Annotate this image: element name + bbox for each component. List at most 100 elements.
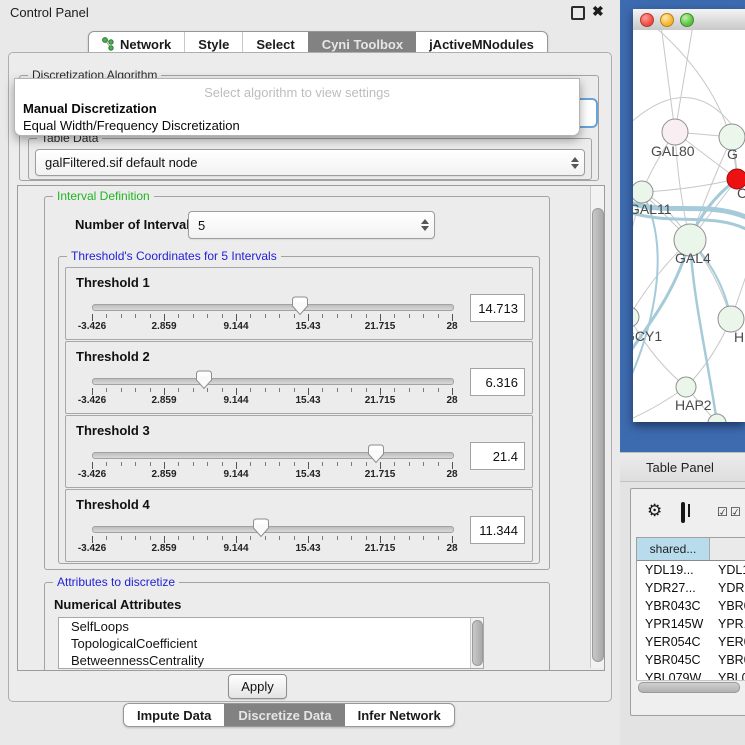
settings-vertical-scrollbar[interactable] <box>590 186 604 668</box>
slider-tick <box>250 314 251 318</box>
checkbox-checked-icon[interactable]: ☑ <box>730 506 741 518</box>
dropdown-item-equal-width[interactable]: Equal Width/Frequency Discretization <box>15 117 579 134</box>
network-node[interactable] <box>662 119 688 145</box>
slider-track[interactable] <box>92 452 454 459</box>
slider-track[interactable] <box>92 304 454 311</box>
network-window-titlebar[interactable] <box>633 9 745 31</box>
network-node-label: GAL80 <box>651 143 695 159</box>
checkbox-checked-icon[interactable]: ☑ <box>717 506 728 518</box>
table-row[interactable]: YPR145WYPR1 <box>637 615 745 633</box>
slider-tick <box>351 536 352 540</box>
gear-icon[interactable]: ⚙ <box>647 503 662 519</box>
number-of-intervals-combo[interactable]: 5 <box>188 211 435 239</box>
attribute-list-item[interactable]: TopologicalCoefficient <box>59 635 483 652</box>
slider-tick-label: 15.43 <box>283 395 333 406</box>
columns-icon[interactable] <box>681 502 685 523</box>
threshold-value-field[interactable]: 21.4 <box>470 442 525 470</box>
slider-tick <box>394 462 395 466</box>
dropdown-item-manual-discretization[interactable]: Manual Discretization <box>15 100 579 117</box>
close-icon[interactable]: ✖ <box>592 5 604 17</box>
table-panel-title: Table Panel <box>646 460 714 475</box>
network-node[interactable] <box>676 377 696 397</box>
minimize-traffic-light[interactable] <box>660 13 674 27</box>
slider-tick <box>207 536 208 540</box>
table-horizontal-scrollbar[interactable] <box>636 680 745 693</box>
slider-tick <box>423 314 424 318</box>
slider-tick <box>351 388 352 392</box>
threshold-panel: Threshold 1 -3.4262.8599.14415.4321.7152… <box>65 267 533 340</box>
table-data-value: galFiltered.sif default node <box>36 155 566 170</box>
slider-tick-label: 2.859 <box>139 395 189 406</box>
column-header-name[interactable]: na <box>710 538 745 560</box>
attribute-list-item[interactable]: SelfLoops <box>59 618 483 635</box>
slider-tick <box>178 536 179 540</box>
threshold-value-field[interactable]: 6.316 <box>470 368 525 396</box>
table-row[interactable]: YBR043CYBR0 <box>637 597 745 615</box>
threshold-panel: Threshold 2 -3.4262.8599.14415.4321.7152… <box>65 341 533 414</box>
panel-title: Control Panel <box>10 5 89 20</box>
network-node[interactable] <box>633 307 639 327</box>
table-data-combo[interactable]: galFiltered.sif default node <box>35 149 585 176</box>
tab-impute-data[interactable]: Impute Data <box>124 704 224 726</box>
slider-tick <box>106 388 107 392</box>
table-hscroll-thumb[interactable] <box>638 682 740 693</box>
settings-scroll-thumb[interactable] <box>592 208 604 662</box>
slider-thumb-icon[interactable] <box>252 518 270 538</box>
cyni-toolbox-panel: Discretization Algorithm Table Data galF… <box>8 52 612 702</box>
slider-tick <box>135 314 136 318</box>
slider-tick <box>222 536 223 540</box>
close-traffic-light[interactable] <box>640 13 654 27</box>
table-row[interactable]: YER054CYER0 <box>637 633 745 651</box>
interval-definition-title: Interval Definition <box>53 189 154 203</box>
tab-infer-network[interactable]: Infer Network <box>345 704 454 726</box>
column-header-shared[interactable]: shared... <box>637 538 710 560</box>
slider-tick-label: 21.715 <box>355 469 405 480</box>
thresholds-stack: Threshold 1 -3.4262.8599.14415.4321.7152… <box>65 267 533 559</box>
table-row[interactable]: YDR27...YDR2 <box>637 579 745 597</box>
slider-tick <box>322 536 323 540</box>
cell-name: YPR1 <box>710 615 745 633</box>
slider-track[interactable] <box>92 378 454 385</box>
threshold-value-field[interactable]: 14.713 <box>470 294 525 322</box>
cell-name: YER0 <box>710 633 745 651</box>
network-node[interactable] <box>633 181 653 203</box>
list-vertical-scrollbar[interactable] <box>470 618 483 668</box>
numerical-attributes-list[interactable]: SelfLoopsTopologicalCoefficientBetweenne… <box>58 617 484 669</box>
table-row[interactable]: YDL19...YDL1 <box>637 561 745 579</box>
network-canvas[interactable]: GAL80GCGAL11GAL4GCY1HHAP2 <box>633 30 745 422</box>
screen: { "window": {"title": "Control Panel"}, … <box>0 0 745 745</box>
table-row[interactable]: YBR045CYBR0 <box>637 651 745 669</box>
slider-tick <box>337 462 338 466</box>
zoom-traffic-light[interactable] <box>680 13 694 27</box>
network-nodes[interactable]: GAL80GCGAL11GAL4GCY1HHAP2 <box>633 119 745 422</box>
table-panel-body: ⚙ ☑ ☑ shared... na YDL19...YDL1YDR27...Y… <box>620 482 745 745</box>
threshold-value-field[interactable]: 11.344 <box>470 516 525 544</box>
slider-thumb-icon[interactable] <box>291 296 309 316</box>
slider-tick <box>92 462 93 469</box>
slider-tick-label: 9.144 <box>211 321 261 332</box>
float-window-icon[interactable] <box>571 6 585 20</box>
network-icon <box>102 37 114 51</box>
cell-shared-name: YER054C <box>637 633 710 651</box>
slider-tick <box>121 314 122 318</box>
slider-track[interactable] <box>92 526 454 533</box>
list-scroll-thumb[interactable] <box>472 620 483 666</box>
slider-tick <box>150 314 151 318</box>
slider-tick-label: 15.43 <box>283 469 333 480</box>
network-node-label: C <box>737 185 745 201</box>
slider-tick <box>236 462 237 469</box>
table-panel-titlebar[interactable]: Table Panel <box>620 452 745 482</box>
slider-tick <box>423 388 424 392</box>
slider-tick <box>294 388 295 392</box>
apply-button[interactable]: Apply <box>228 674 287 699</box>
slider-tick <box>423 462 424 466</box>
thresholds-group: Threshold's Coordinates for 5 Intervals … <box>58 256 540 564</box>
tab-discretize-data[interactable]: Discretize Data <box>224 704 344 726</box>
slider-tick <box>236 536 237 543</box>
slider-tick <box>366 314 367 318</box>
slider-thumb-icon[interactable] <box>195 370 213 390</box>
slider-tick <box>380 314 381 321</box>
attribute-list-item[interactable]: BetweennessCentrality <box>59 652 483 669</box>
slider-tick <box>222 314 223 318</box>
slider-thumb-icon[interactable] <box>367 444 385 464</box>
